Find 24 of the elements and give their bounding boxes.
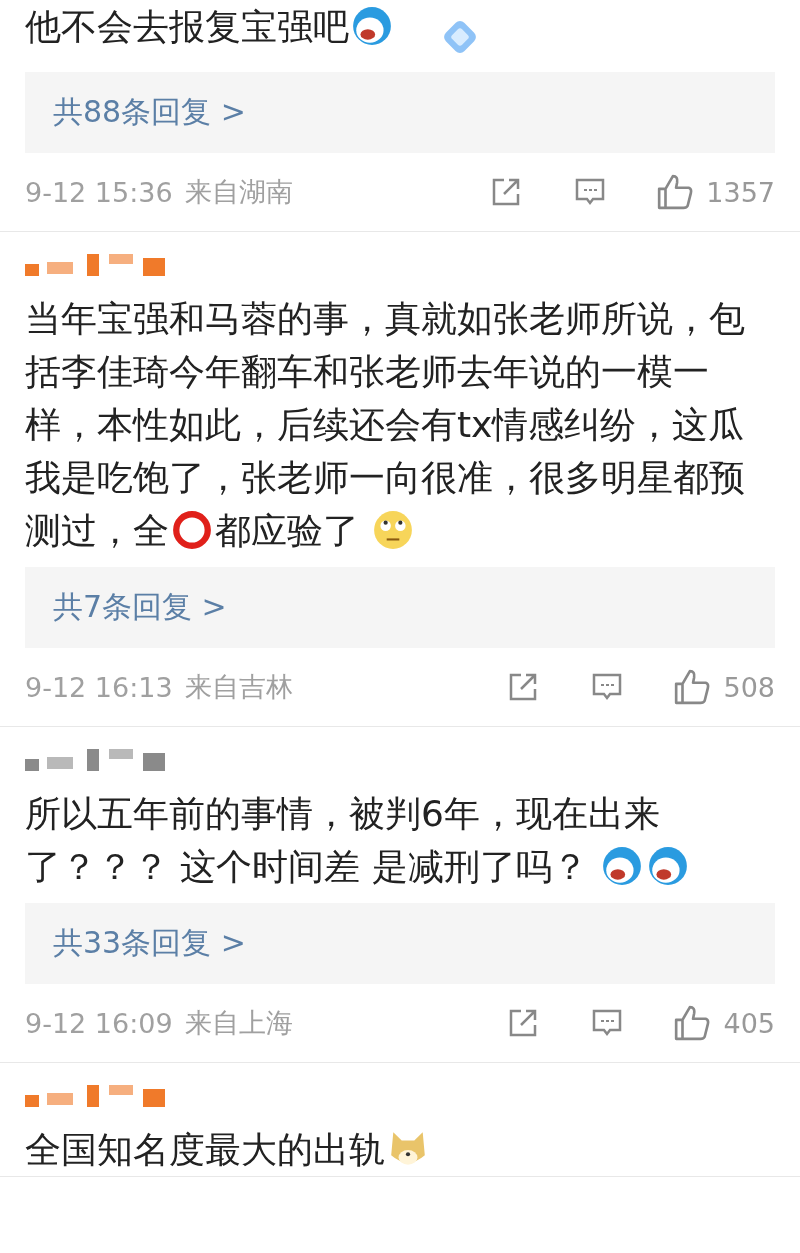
cartoon-face-emoji-icon (647, 845, 690, 887)
comment-location: 来自上海 (184, 1006, 293, 1040)
comment-date: 9-12 15:36 (25, 176, 173, 208)
like-count: 405 (723, 1007, 775, 1039)
like-count: 508 (723, 671, 775, 703)
thumbs-up-icon[interactable] (656, 173, 695, 211)
comment-date: 9-12 16:09 (25, 1007, 173, 1039)
comment-date: 9-12 16:13 (25, 671, 173, 703)
cartoon-face-emoji-icon (351, 5, 393, 47)
replies-link[interactable]: 共7条回复 > (25, 567, 775, 648)
ring-icon (171, 509, 213, 551)
thumbs-up-icon[interactable] (673, 668, 712, 706)
comment-text: 全国知名度最大的出轨 (25, 1123, 775, 1176)
comment-location: 来自湖南 (184, 175, 293, 209)
like-count: 1357 (706, 176, 775, 208)
comment-location: 来自吉林 (184, 670, 293, 704)
comment-text: 他不会去报复宝强吧 (25, 0, 395, 53)
comment-text: 所以五年前的事情，被判6年，现在出来了？？？ 这个时间差 是减刑了吗？ (25, 787, 775, 893)
thumbs-up-icon[interactable] (673, 1004, 712, 1042)
comment-text: 当年宝强和马蓉的事，真就如张老师所说，包括李佳琦今年翻车和张老师去年说的一模一样，本性如此，后续还会有tx情感纠纷，这瓜我是吃饱了，张老师一向很准，很多明星都预测过，全 都应验了 (25, 297, 746, 553)
cartoon-face-emoji-icon (601, 845, 644, 887)
smiley-emoji-icon (372, 509, 415, 551)
replies-link[interactable]: 共88条回复 > (25, 72, 775, 153)
replies-link[interactable]: 共33条回复 > (25, 903, 775, 984)
